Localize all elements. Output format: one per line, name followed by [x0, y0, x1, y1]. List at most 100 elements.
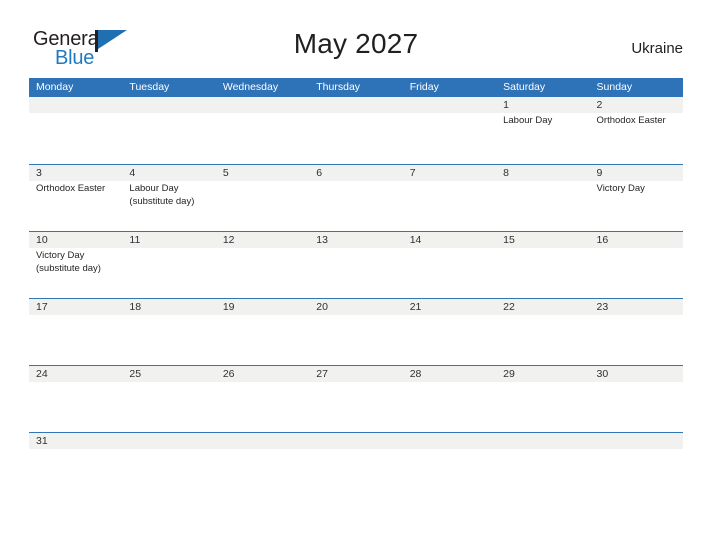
calendar-week-cells: 3 Orthodox Easter 4 Labour Day (substitute d… [29, 165, 683, 232]
day-number: 4 [129, 167, 136, 179]
calendar-day-cell[interactable]: 6 [309, 165, 402, 232]
day-number: 9 [596, 167, 603, 179]
calendar-week-row: 17 18 19 20 21 22 23 [29, 298, 683, 365]
calendar-week-row: 24 25 26 27 28 29 30 [29, 365, 683, 432]
holiday-label: Orthodox Easter [36, 183, 106, 194]
calendar-day-cell-empty [590, 433, 683, 500]
calendar-day-cell-empty [216, 433, 309, 500]
holiday-list: Victory Day (substitute day) [36, 248, 122, 275]
calendar-day-cell[interactable]: 7 [403, 165, 496, 232]
calendar-grid: Monday Tuesday Wednesday Thursday Friday… [29, 78, 683, 499]
day-number: 12 [222, 234, 235, 246]
holiday-label: Victory Day [36, 250, 85, 261]
calendar-day-cell-empty [122, 433, 215, 500]
calendar-day-cell[interactable]: 18 [122, 299, 215, 366]
day-number: 18 [129, 301, 142, 313]
holiday-label: Orthodox Easter [596, 115, 666, 126]
calendar-day-cell[interactable]: 14 [403, 232, 496, 299]
calendar-day-cell-empty [29, 97, 122, 164]
day-number: 14 [409, 234, 422, 246]
day-number: 8 [503, 167, 509, 179]
calendar-day-cell[interactable]: 30 [590, 366, 683, 433]
calendar-day-cell[interactable]: 11 [122, 232, 215, 299]
calendar-day-cell[interactable]: 22 [496, 299, 589, 366]
calendar-day-cell[interactable]: 5 [216, 165, 309, 232]
calendar-day-cell-empty [309, 97, 402, 164]
calendar-day-cell-empty [122, 97, 215, 164]
day-number: 30 [596, 368, 609, 380]
calendar-day-cell[interactable]: 10 Victory Day (substitute day) [29, 232, 122, 299]
day-number: 16 [596, 234, 609, 246]
calendar-day-cell[interactable]: 13 [309, 232, 402, 299]
calendar-page: General Blue May 2027 Ukraine Monday Tue… [0, 0, 712, 550]
day-number: 23 [596, 301, 609, 313]
calendar-week-row: 1 Labour Day 2 Orthodox Easter [29, 97, 683, 164]
holiday-label: (substitute day) [36, 262, 101, 274]
day-number: 11 [129, 234, 141, 246]
calendar-day-cell[interactable]: 27 [309, 366, 402, 433]
holiday-list: Orthodox Easter [597, 113, 683, 128]
weekday-header-thursday: Thursday [316, 81, 361, 93]
weekday-header-sunday: Sunday [596, 81, 633, 93]
weekday-header-saturday: Saturday [503, 81, 546, 93]
calendar-day-cell[interactable]: 17 [29, 299, 122, 366]
calendar-week-cells: 17 18 19 20 21 22 23 [29, 299, 683, 366]
calendar-day-cell[interactable]: 1 Labour Day [496, 97, 589, 164]
calendar-week-cells: 24 25 26 27 28 29 30 [29, 366, 683, 433]
day-number: 20 [316, 301, 328, 313]
country-label: Ukraine [631, 40, 683, 57]
calendar-week-cells: 10 Victory Day (substitute day) 11 12 13 14 15 1… [29, 232, 683, 299]
holiday-label: Labour Day [129, 183, 179, 194]
day-number: 19 [222, 301, 235, 313]
calendar-day-cell[interactable]: 23 [590, 299, 683, 366]
calendar-day-cell[interactable]: 9 Victory Day [590, 165, 683, 232]
day-number: 2 [596, 99, 603, 111]
calendar-day-cell[interactable]: 24 [29, 366, 122, 433]
day-number: 21 [409, 301, 422, 313]
day-number: 3 [36, 167, 42, 179]
calendar-day-cell[interactable]: 16 [590, 232, 683, 299]
day-number: 28 [409, 368, 422, 380]
calendar-week-row: 31 [29, 432, 683, 499]
calendar-week-row: 10 Victory Day (substitute day) 11 12 13 14 15 1… [29, 231, 683, 298]
page-title: May 2027 [293, 28, 419, 59]
calendar-day-cell[interactable]: 31 [29, 433, 122, 500]
calendar-day-cell[interactable]: 4 Labour Day (substitute day) [122, 165, 215, 232]
calendar-day-cell-empty [496, 433, 589, 500]
calendar-week-cells: 1 Labour Day 2 Orthodox Easter [29, 97, 683, 164]
weekday-header-row: Monday Tuesday Wednesday Thursday Friday… [29, 78, 683, 97]
day-number: 29 [503, 368, 515, 380]
day-number: 6 [316, 167, 323, 179]
calendar-day-cell[interactable]: 12 [216, 232, 309, 299]
calendar-day-cell[interactable]: 8 [496, 165, 589, 232]
holiday-label: (substitute day) [129, 195, 195, 207]
holiday-list: Victory Day [597, 181, 683, 196]
weekday-header-monday: Monday [36, 81, 74, 93]
weekday-header-wednesday: Wednesday [222, 81, 279, 93]
calendar-day-cell[interactable]: 2 Orthodox Easter [590, 97, 683, 164]
holiday-label: Labour Day [503, 115, 553, 126]
day-number: 24 [36, 368, 48, 380]
calendar-day-cell[interactable]: 26 [216, 366, 309, 433]
calendar-day-cell[interactable]: 25 [122, 366, 215, 433]
calendar-day-cell[interactable]: 28 [403, 366, 496, 433]
holiday-label: Victory Day [596, 183, 645, 194]
calendar-day-cell-empty [216, 97, 309, 164]
calendar-day-cell-empty [403, 433, 496, 500]
calendar-day-cell[interactable]: 3 Orthodox Easter [29, 165, 122, 232]
calendar-weeks: 1 Labour Day 2 Orthodox Easter 3 Orthodox Eas… [29, 97, 683, 499]
holiday-list: Labour Day (substitute day) [129, 181, 215, 208]
page-header: General Blue May 2027 Ukraine [0, 0, 712, 78]
day-number: 13 [316, 234, 328, 246]
calendar-day-cell[interactable]: 20 [309, 299, 402, 366]
calendar-day-cell[interactable]: 19 [216, 299, 309, 366]
holiday-list: Orthodox Easter [36, 181, 122, 196]
day-number: 1 [503, 99, 509, 111]
weekday-header-tuesday: Tuesday [129, 81, 170, 93]
calendar-day-cell[interactable]: 21 [403, 299, 496, 366]
day-number: 22 [503, 301, 515, 313]
day-number: 26 [222, 368, 235, 380]
calendar-day-cell[interactable]: 29 [496, 366, 589, 433]
calendar-day-cell[interactable]: 15 [496, 232, 589, 299]
day-number: 15 [503, 234, 515, 246]
